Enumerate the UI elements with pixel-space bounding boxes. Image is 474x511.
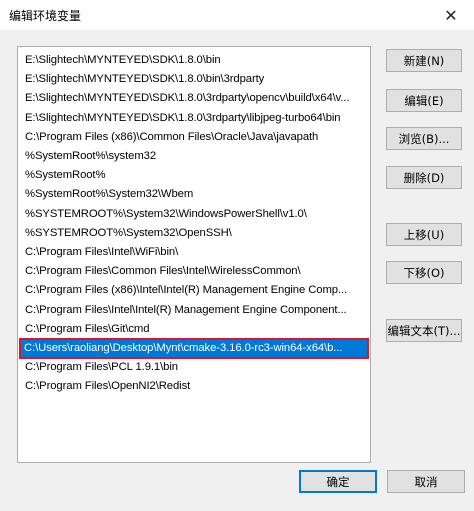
path-list[interactable]: E:\Slightech\MYNTEYED\SDK\1.8.0\bin E:\Sl… — [17, 46, 371, 463]
move-down-button[interactable]: 下移(O) — [386, 261, 462, 284]
delete-button[interactable]: 删除(D) — [386, 166, 462, 189]
path-item[interactable]: C:\Program Files (x86)\Intel\Intel(R) Ma… — [21, 281, 367, 300]
title-bar: 编辑环境变量 ✕ — [0, 0, 474, 30]
move-up-button[interactable]: 上移(U) — [386, 223, 462, 246]
path-item[interactable]: %SystemRoot%\System32\Wbem — [21, 185, 367, 204]
path-item[interactable]: %SystemRoot% — [21, 166, 367, 185]
path-item[interactable]: C:\Program Files\OpenNI2\Redist — [21, 377, 367, 396]
close-icon[interactable]: ✕ — [428, 0, 474, 30]
edit-text-button[interactable]: 编辑文本(T)... — [386, 319, 462, 342]
path-item[interactable]: %SystemRoot%\system32 — [21, 147, 367, 166]
path-item[interactable]: C:\Program Files\PCL 1.9.1\bin — [21, 358, 367, 377]
path-item[interactable]: C:\Program Files\Intel\WiFi\bin\ — [21, 243, 367, 262]
path-item[interactable]: C:\Program Files\Intel\Intel(R) Manageme… — [21, 301, 367, 320]
path-item[interactable]: %SYSTEMROOT%\System32\WindowsPowerShell\… — [21, 205, 367, 224]
path-item[interactable]: E:\Slightech\MYNTEYED\SDK\1.8.0\3rdparty… — [21, 89, 367, 108]
cancel-button[interactable]: 取消 — [387, 470, 465, 493]
window-title: 编辑环境变量 — [9, 9, 82, 23]
path-item-selected[interactable]: C:\Users\raoliang\Desktop\Mynt\cmake-3.1… — [19, 338, 369, 359]
path-item[interactable]: E:\Slightech\MYNTEYED\SDK\1.8.0\3rdparty… — [21, 109, 367, 128]
path-item[interactable]: C:\Program Files (x86)\Common Files\Orac… — [21, 128, 367, 147]
path-item[interactable]: E:\Slightech\MYNTEYED\SDK\1.8.0\bin — [21, 51, 367, 70]
path-item[interactable]: C:\Program Files\Common Files\Intel\Wire… — [21, 262, 367, 281]
path-item[interactable]: E:\Slightech\MYNTEYED\SDK\1.8.0\bin\3rdp… — [21, 70, 367, 89]
path-item[interactable]: C:\Program Files\Git\cmd — [21, 320, 367, 339]
edit-button[interactable]: 编辑(E) — [386, 89, 462, 112]
new-button[interactable]: 新建(N) — [386, 49, 462, 72]
path-item[interactable]: %SYSTEMROOT%\System32\OpenSSH\ — [21, 224, 367, 243]
ok-button[interactable]: 确定 — [299, 470, 377, 493]
browse-button[interactable]: 浏览(B)... — [386, 127, 462, 150]
